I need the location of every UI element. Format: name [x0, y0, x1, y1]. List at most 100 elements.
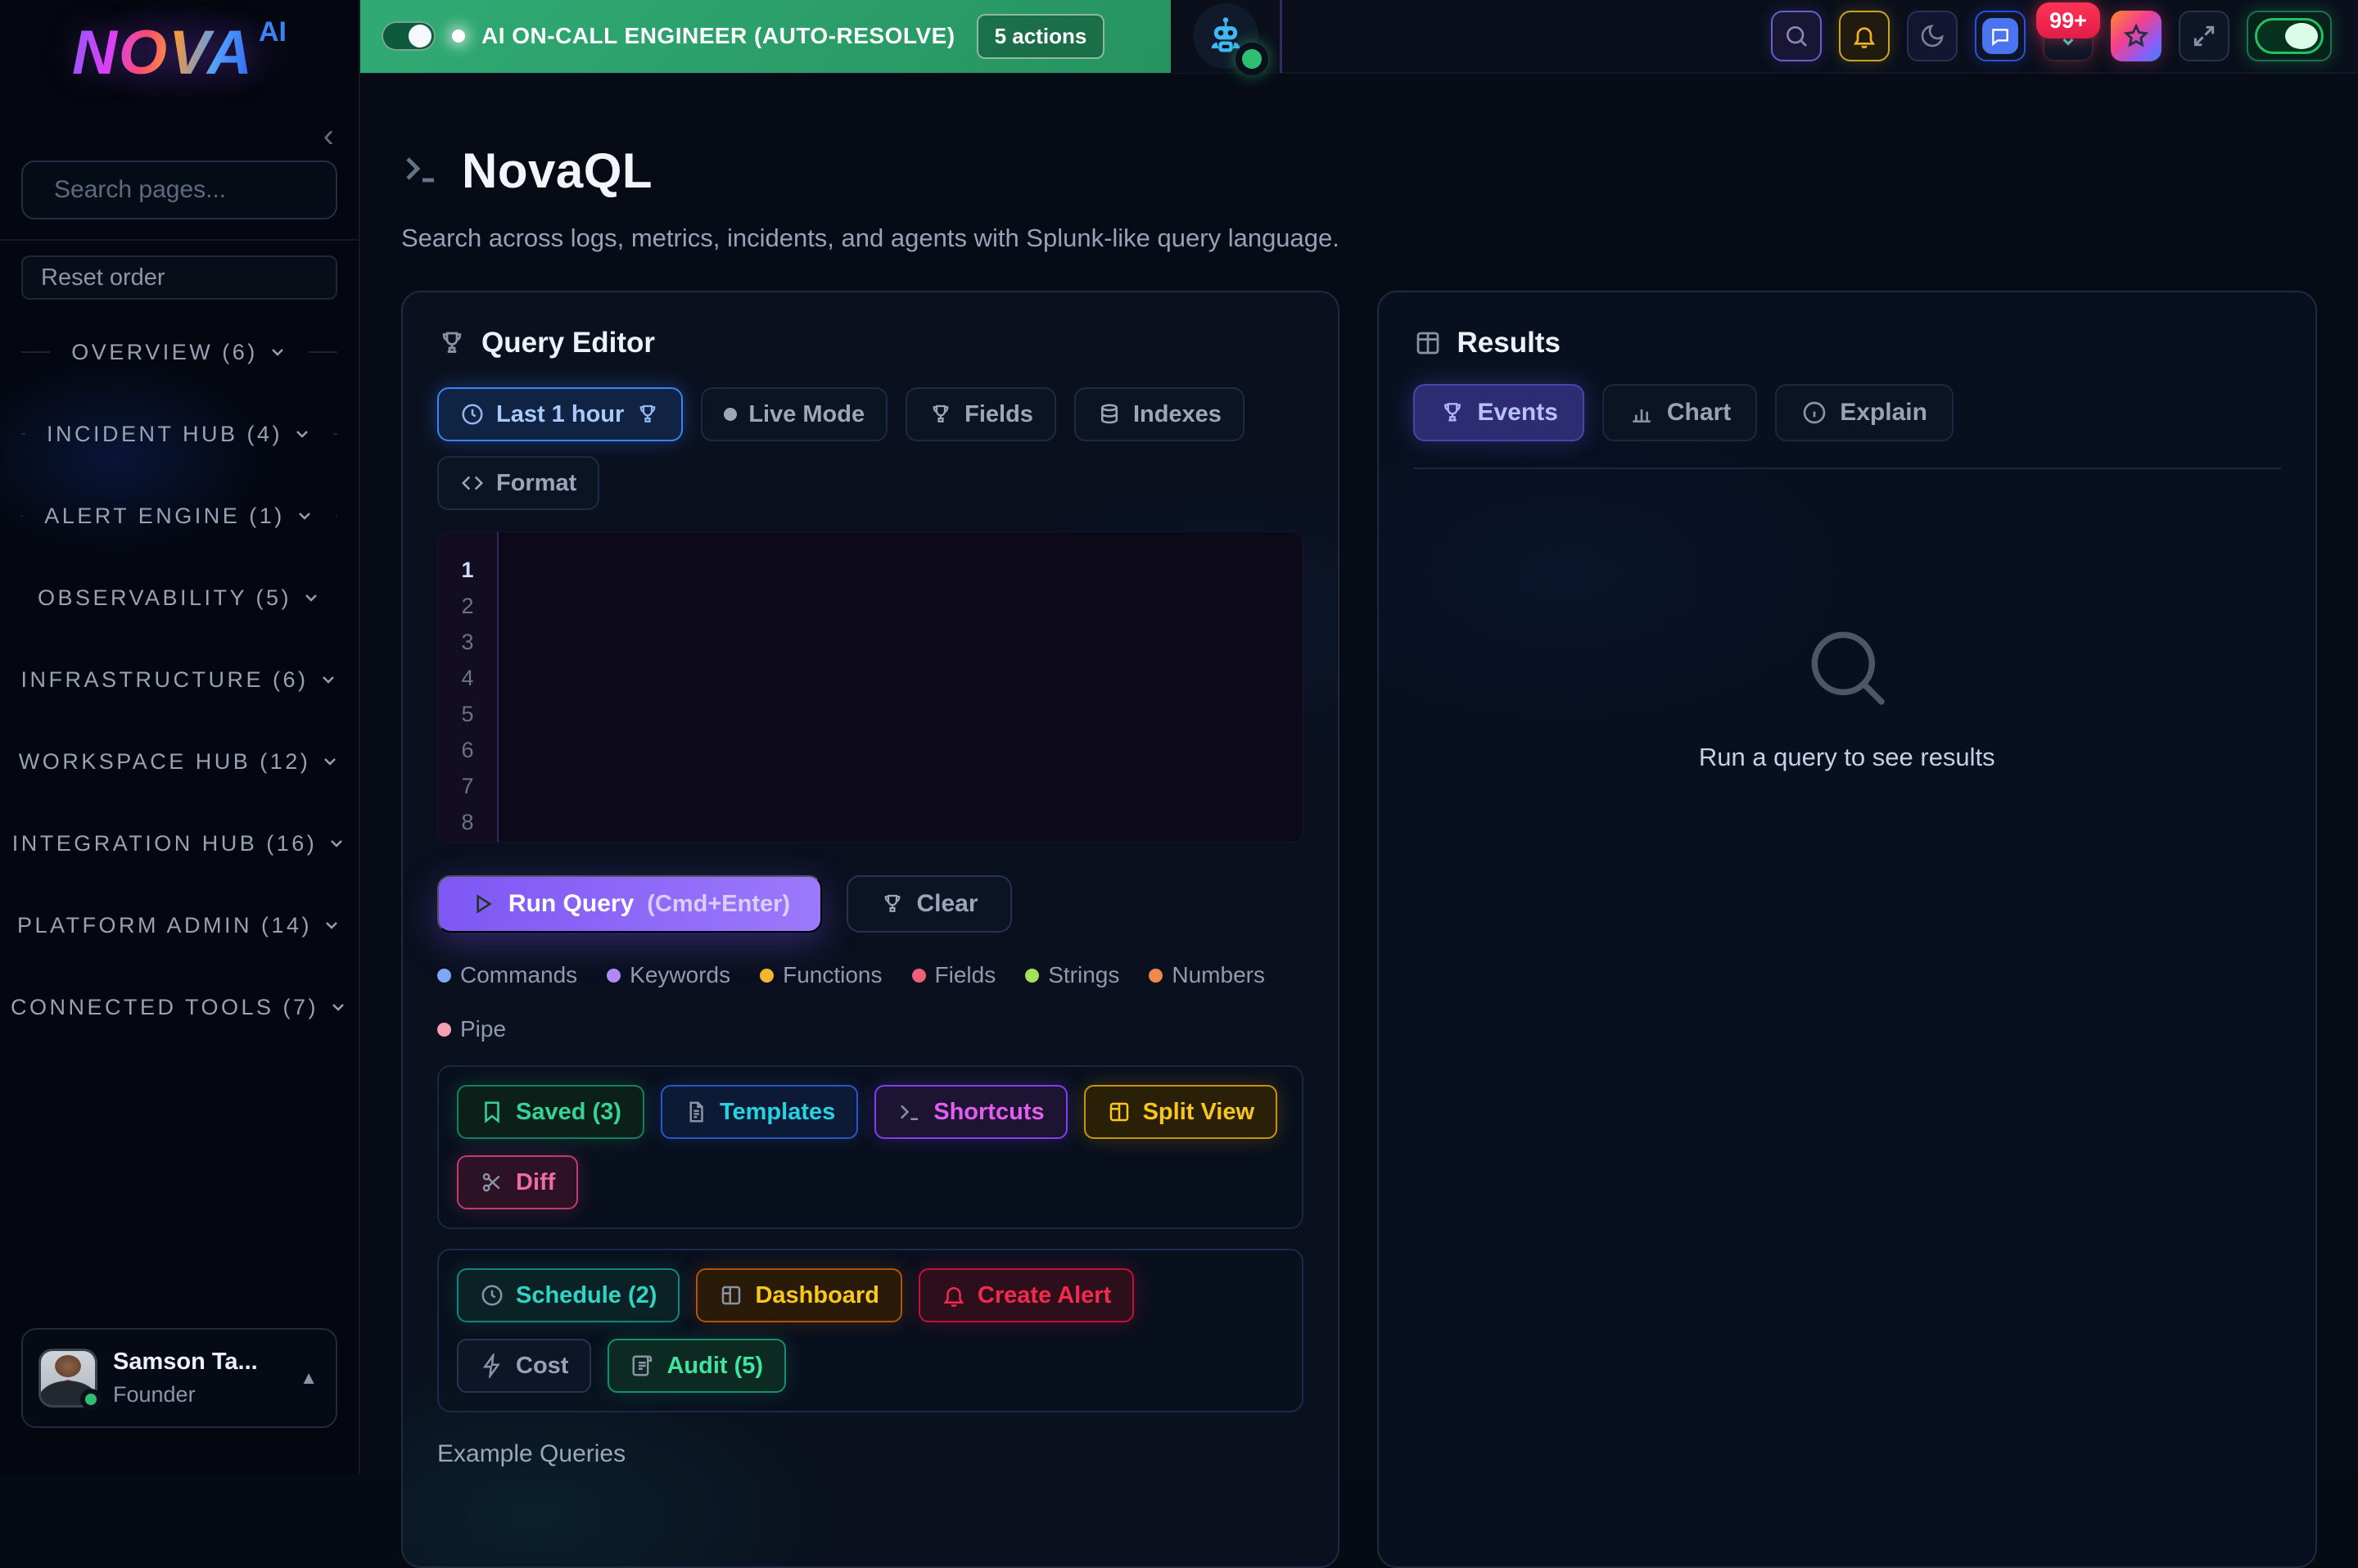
sidebar-nav: OVERVIEW (6) INCIDENT HUB (4) ALERT ENGI…	[21, 311, 337, 1048]
line-number: 4	[461, 660, 473, 696]
legend-item: Fields	[912, 962, 996, 988]
line-number: 3	[461, 624, 473, 660]
online-status-dot	[80, 1389, 102, 1410]
dark-mode-button[interactable]	[1907, 11, 1958, 61]
sidebar-item-label: OVERVIEW (6)	[71, 340, 258, 365]
caret-up-icon[interactable]: ▲	[300, 1367, 318, 1389]
sidebar-item-infrastructure[interactable]: INFRASTRUCTURE (6)	[21, 639, 337, 721]
sidebar-item-label: OBSERVABILITY (5)	[38, 585, 291, 611]
sidebar-item-overview[interactable]: OVERVIEW (6)	[21, 311, 337, 393]
audit-button[interactable]: Audit (5)	[608, 1339, 786, 1393]
tabs-divider	[1413, 468, 2282, 469]
schedule-button[interactable]: Schedule (2)	[457, 1268, 680, 1322]
sidebar-collapse-chevron-icon[interactable]: ‹	[323, 120, 334, 152]
clear-button[interactable]: Clear	[847, 875, 1012, 933]
cost-button[interactable]: Cost	[457, 1339, 591, 1393]
dashboard-button[interactable]: Dashboard	[696, 1268, 901, 1322]
run-query-label: Run Query	[508, 890, 634, 918]
sidebar-item-label: INTEGRATION HUB (16)	[12, 831, 318, 856]
trophy-icon	[880, 892, 905, 916]
reset-order-button[interactable]: Reset order	[21, 255, 337, 300]
notifications-button[interactable]	[1839, 11, 1890, 61]
assistant-status-dot	[1235, 43, 1268, 75]
theme-power-toggle[interactable]	[2247, 11, 2332, 61]
run-query-shortcut: (Cmd+Enter)	[647, 891, 790, 918]
global-search-button[interactable]	[1771, 11, 1822, 61]
favorites-button[interactable]	[2111, 11, 2162, 61]
trophy-icon	[437, 328, 467, 358]
logo-ai-badge: AI	[259, 16, 287, 48]
run-query-button[interactable]: Run Query (Cmd+Enter)	[437, 875, 822, 933]
legend-item: Pipe	[437, 1016, 506, 1042]
bar-chart-icon	[1628, 400, 1655, 426]
code-area[interactable]	[499, 532, 1303, 842]
notification-count-badge: 99+	[2036, 2, 2100, 38]
line-number: 2	[461, 588, 473, 624]
run-row: Run Query (Cmd+Enter) Clear	[437, 875, 1303, 933]
table-icon	[1413, 328, 1443, 358]
diff-button[interactable]: Diff	[457, 1155, 578, 1209]
legend-dot	[607, 969, 621, 983]
format-button[interactable]: Format	[437, 456, 599, 510]
chat-button[interactable]	[1975, 11, 2026, 61]
sidebar-search[interactable]	[21, 160, 337, 219]
sidebar-item-integration-hub[interactable]: INTEGRATION HUB (16)	[21, 802, 337, 884]
line-number: 1	[461, 552, 473, 588]
actions-count-badge[interactable]: 5 actions	[977, 14, 1105, 59]
tab-explain[interactable]: Explain	[1775, 384, 1954, 441]
content-columns: Query Editor Last 1 hour Live Mode Field…	[401, 291, 2317, 1568]
topbar: AI ON-CALL ENGINEER (AUTO-RESOLVE) 5 act…	[360, 0, 2358, 74]
query-code-editor[interactable]: 1 2 3 4 5 6 7 8	[437, 531, 1303, 843]
split-view-button[interactable]: Split View	[1084, 1085, 1277, 1139]
star-icon	[2123, 23, 2149, 49]
inbox-button[interactable]: 99+	[2043, 11, 2094, 61]
query-editor-header: Query Editor	[437, 327, 1303, 359]
templates-button[interactable]: Templates	[661, 1085, 858, 1139]
database-icon	[1097, 402, 1122, 427]
search-input[interactable]	[54, 176, 370, 204]
sidebar-item-platform-admin[interactable]: PLATFORM ADMIN (14)	[21, 884, 337, 966]
legend-dot	[437, 969, 451, 983]
expand-icon	[2191, 23, 2217, 49]
clock-icon	[460, 402, 485, 427]
chevron-down-icon	[318, 670, 338, 689]
topbar-icon-row: 99+	[1771, 11, 2332, 61]
bell-icon	[1851, 23, 1877, 49]
chevron-down-icon	[301, 588, 321, 608]
tab-events[interactable]: Events	[1413, 384, 1584, 441]
toggle-track	[2255, 18, 2324, 54]
sidebar-item-workspace-hub[interactable]: WORKSPACE HUB (12)	[21, 721, 337, 802]
sidebar-item-alert-engine[interactable]: ALERT ENGINE (1)	[21, 475, 337, 557]
create-alert-button[interactable]: Create Alert	[919, 1268, 1134, 1322]
code-icon	[460, 471, 485, 495]
indexes-button[interactable]: Indexes	[1074, 387, 1244, 441]
live-mode-button[interactable]: Live Mode	[701, 387, 888, 441]
legend-dot	[1149, 969, 1163, 983]
chevron-down-icon	[320, 752, 340, 771]
results-tabs: Events Chart Explain	[1413, 384, 2282, 441]
chat-icon	[1990, 25, 2011, 47]
time-range-button[interactable]: Last 1 hour	[437, 387, 683, 441]
panel-title: Results	[1457, 327, 1561, 359]
query-tools-group-1: Saved (3) Templates Shortcuts Split View…	[437, 1065, 1303, 1229]
sidebar-item-label: ALERT ENGINE (1)	[44, 504, 285, 529]
search-icon	[1801, 621, 1893, 713]
sidebar-item-incident-hub[interactable]: INCIDENT HUB (4)	[21, 393, 337, 475]
avatar	[41, 1351, 95, 1405]
saved-queries-button[interactable]: Saved (3)	[457, 1085, 644, 1139]
shortcuts-button[interactable]: Shortcuts	[874, 1085, 1067, 1139]
tab-chart[interactable]: Chart	[1602, 384, 1757, 441]
time-range-label: Last 1 hour	[496, 401, 624, 428]
split-layout-icon	[1107, 1100, 1132, 1124]
oncall-toggle[interactable]	[382, 21, 436, 51]
user-profile-card[interactable]: Samson Ta... Founder ▲	[21, 1328, 337, 1428]
sidebar-item-connected-tools[interactable]: CONNECTED TOOLS (7)	[21, 966, 337, 1048]
chevron-down-icon	[328, 997, 348, 1017]
ai-assistant-button[interactable]	[1193, 3, 1258, 69]
terminal-icon	[897, 1100, 922, 1124]
sidebar-item-observability[interactable]: OBSERVABILITY (5)	[21, 557, 337, 639]
fullscreen-button[interactable]	[2179, 11, 2229, 61]
line-number: 7	[461, 768, 473, 804]
sidebar-item-label: WORKSPACE HUB (12)	[19, 749, 311, 775]
fields-button[interactable]: Fields	[906, 387, 1056, 441]
